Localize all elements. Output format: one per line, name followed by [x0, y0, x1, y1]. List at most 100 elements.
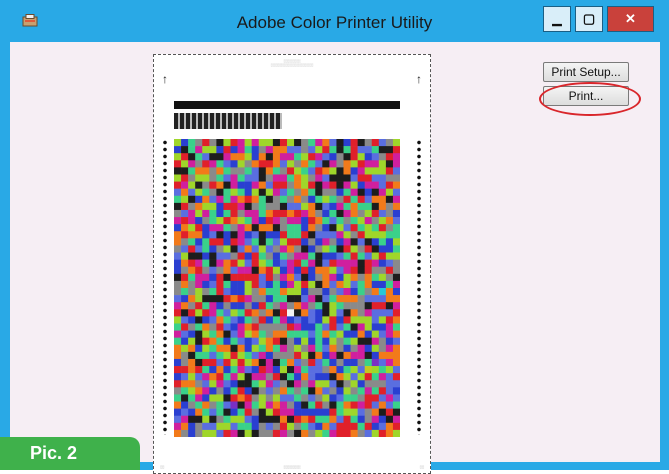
color-patch: [251, 415, 260, 424]
color-patch: [301, 146, 309, 154]
color-patch: [202, 316, 210, 324]
color-patch: [329, 259, 337, 268]
color-patch: [287, 266, 295, 275]
color-patch: [336, 188, 344, 197]
color-patch: [357, 195, 365, 204]
color-patch: [336, 358, 344, 367]
color-patch: [195, 387, 203, 395]
color-patch: [230, 252, 238, 260]
color-patch: [244, 408, 252, 417]
color-patch: [322, 209, 330, 218]
print-setup-button[interactable]: Print Setup...: [543, 62, 629, 82]
color-patch: [343, 429, 351, 437]
color-patch: [336, 302, 344, 310]
color-patch: [287, 344, 295, 353]
color-patch: [308, 316, 316, 324]
color-patch: [350, 167, 358, 175]
color-patch: [315, 344, 323, 353]
color-patch: [287, 351, 295, 360]
color-patch: [329, 202, 337, 211]
color-patch: [174, 330, 182, 338]
color-patch: [350, 295, 358, 303]
close-button[interactable]: ✕: [607, 6, 654, 32]
color-patch: [209, 323, 217, 331]
color-patch: [244, 380, 252, 388]
color-patch: [336, 309, 344, 317]
color-patch: [230, 387, 238, 395]
color-patch: [272, 351, 281, 360]
color-patch: [237, 344, 245, 353]
color-patch: [195, 139, 203, 147]
color-patch: [223, 337, 231, 346]
color-patch: [378, 295, 387, 303]
color-patch: [343, 358, 351, 367]
color-patch: [308, 160, 316, 168]
color-patch: [392, 266, 400, 275]
color-patch: [294, 209, 302, 218]
color-patch: [315, 146, 323, 154]
minimize-button[interactable]: ▁: [543, 6, 571, 32]
color-patch: [230, 146, 238, 154]
color-patch: [258, 380, 267, 388]
color-patch: [301, 238, 309, 246]
color-patch: [237, 231, 245, 239]
color-patch: [392, 394, 400, 402]
color-patch: [188, 160, 196, 168]
color-patch: [392, 252, 400, 260]
color-patch: [272, 195, 281, 204]
title-bar[interactable]: Adobe Color Printer Utility ▁ ▢ ✕: [0, 0, 669, 42]
color-patch: [336, 266, 344, 275]
color-patch: [237, 358, 245, 367]
color-patch: [343, 316, 351, 324]
color-patch: [315, 288, 323, 296]
color-patch: [237, 323, 245, 331]
color-patch: [294, 217, 302, 225]
page-footer-center: ░░░░░░░░: [283, 465, 301, 469]
color-patch: [251, 266, 260, 275]
color-patch: [209, 408, 217, 417]
color-patch: [392, 224, 400, 232]
color-patch: [216, 195, 224, 204]
color-patch: [202, 302, 210, 310]
color-patch: [294, 401, 302, 409]
color-patch: [272, 167, 281, 175]
color-patch: [329, 266, 337, 275]
color-patch: [301, 153, 309, 161]
color-patch: [343, 373, 351, 381]
color-patch: [287, 209, 295, 218]
color-patch: [195, 259, 203, 268]
color-patch: [181, 295, 189, 303]
color-patch: [174, 344, 182, 353]
color-patch: [258, 415, 267, 424]
color-patch: [392, 429, 400, 437]
color-patch: [392, 195, 400, 204]
color-patch: [336, 181, 344, 189]
color-patch: [279, 415, 288, 424]
color-patch: [385, 266, 394, 275]
color-patch: [244, 358, 252, 367]
color-patch: [258, 167, 267, 175]
color-patch: [357, 139, 365, 147]
color-patch: [251, 394, 260, 402]
color-patch: [279, 153, 288, 161]
color-patch: [223, 160, 231, 168]
color-patch: [392, 380, 400, 388]
color-patch: [378, 351, 387, 360]
color-patch: [350, 309, 358, 317]
color-patch: [237, 160, 245, 168]
color-patch: [371, 337, 380, 346]
color-patch: [216, 358, 224, 367]
color-patch: [364, 387, 373, 395]
color-patch: [357, 209, 365, 218]
color-patch: [378, 202, 387, 211]
color-patch: [343, 146, 351, 154]
color-patch: [237, 273, 245, 282]
color-patch: [258, 323, 267, 331]
color-patch: [336, 160, 344, 168]
color-patch: [265, 323, 274, 331]
color-patch: [315, 160, 323, 168]
maximize-button[interactable]: ▢: [575, 6, 603, 32]
color-patch: [371, 266, 380, 275]
color-patch: [336, 422, 344, 431]
color-patch: [392, 188, 400, 197]
